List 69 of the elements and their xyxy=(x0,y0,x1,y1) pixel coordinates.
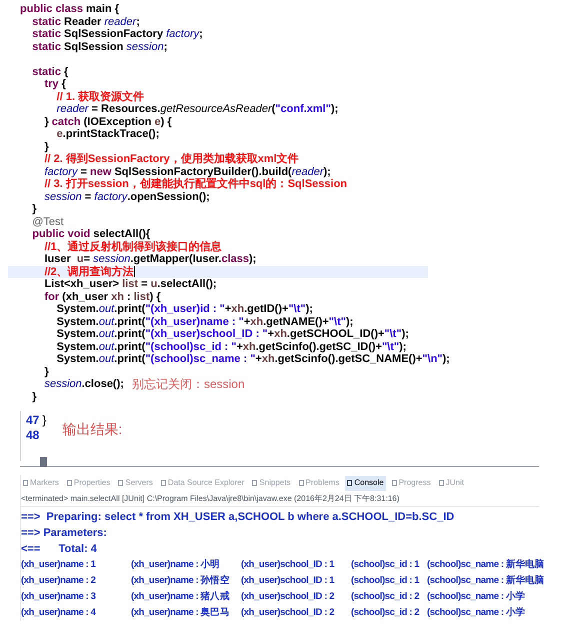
code-line: Iuser u= session.getMapper(Iuser.class); xyxy=(43,253,256,266)
console-cell-text: (xh_user)name : 孙悟空 xyxy=(131,574,230,588)
console-cell-text: (xh_user)name : 2 xyxy=(21,574,97,588)
console-cell-text: (xh_user)name : 奥巴马 xyxy=(131,606,230,620)
code-line: static { xyxy=(31,66,68,78)
view-tab[interactable]: Servers xyxy=(116,476,155,490)
console-cell-text: (school)sc_id : 1 xyxy=(351,574,420,588)
code-line: System.out.print("(school)sc_name : "+xh.getScinfo().getSC_NAME()+"\n"); xyxy=(56,353,450,366)
code-line: } xyxy=(31,203,37,216)
console-cell-text: (xh_user)school_ID : 1 xyxy=(241,558,336,572)
view-tab[interactable]: Console xyxy=(345,476,386,490)
code-line: e.printStackTrace(); xyxy=(56,128,160,140)
code-line: // 2. 得到SessionFactory，使用类加载获取xml文件 xyxy=(43,153,299,166)
console-cell-text: (school)sc_id : 2 xyxy=(351,590,420,604)
code-line: System.out.print("(xh_user)name : "+xh.getNAME()+"\t"); xyxy=(56,316,354,328)
code-line: System.out.print("(school)sc_id : "+xh.getScinfo().getSC_ID()+"\t"); xyxy=(56,340,406,353)
code-line: session = factory.openSession(); xyxy=(43,190,210,203)
annotation-note: 别忘记关闭：session xyxy=(132,378,245,390)
view-tab[interactable]: JUnit xyxy=(436,476,466,490)
code-line: static Reader reader; xyxy=(31,16,140,28)
view-tab[interactable]: Snippets xyxy=(250,476,293,490)
console-cell-text: (xh_user)name : 1 xyxy=(21,558,97,572)
code-line: // 1. 获取资源文件 xyxy=(56,90,144,103)
scrollbar-thumb[interactable] xyxy=(40,457,47,467)
console-cell-text: (school)sc_name : 小学 xyxy=(427,606,526,620)
code-line: } xyxy=(43,140,49,153)
code-line: } xyxy=(43,366,49,378)
view-tab[interactable]: Markers xyxy=(21,476,61,490)
console-cell-text: (school)sc_id : 2 xyxy=(351,606,420,620)
view-tab[interactable]: Data Source Explorer xyxy=(158,476,246,490)
console-cell-text: (xh_user)name : 3 xyxy=(21,590,97,604)
code-line: try { xyxy=(43,78,66,90)
console-line: ==> Parameters: xyxy=(21,526,108,541)
console-cell-text: (xh_user)school_ID : 2 xyxy=(241,590,336,604)
console-cell-text: (xh_user)name : 小明 xyxy=(131,558,221,572)
console-cell-text: (school)sc_id : 1 xyxy=(351,558,420,572)
view-tab[interactable]: Properties xyxy=(64,476,112,490)
view-tab[interactable]: Problems xyxy=(296,476,342,490)
code-line: //1、通过反射机制得到该接口的信息 xyxy=(43,240,222,253)
console-line: ==> Preparing: select * from XH_USER a,SCHOOL b where a.SCHOOL_ID=b.SC_ID xyxy=(21,510,456,525)
line-number: 48 xyxy=(26,428,40,443)
console-cell-text: (school)sc_name : 新华电脑 xyxy=(427,574,544,588)
console-cell-text: (school)sc_name : 小学 xyxy=(427,590,526,604)
view-tab[interactable]: Progress xyxy=(390,476,433,490)
code-line: } xyxy=(31,390,37,403)
code-line: @Test xyxy=(31,216,64,228)
code-line: List<xh_user> list = u.selectAll(); xyxy=(43,278,217,290)
console-cell-text: (xh_user)name : 4 xyxy=(21,606,97,620)
console-cell-text: (xh_user)school_ID : 1 xyxy=(241,574,336,588)
code-line: System.out.print("(xh_user)id : "+xh.getID()+"\t"); xyxy=(56,303,313,316)
console-status: <terminated> main.selectAll [JUnit] C:\Program Files\Java\jre8\bin\javaw.exe (2016年2月24日 下午8:31:16) xyxy=(21,493,539,507)
code-line: } xyxy=(42,413,46,428)
console-cell-text: (school)sc_name : 新华电脑 xyxy=(427,558,544,572)
code-line: for (xh_user xh : list) { xyxy=(43,290,161,303)
code-line: public class main { xyxy=(20,3,120,16)
console-line: <== Total: 4 xyxy=(21,542,98,557)
annotation-note: 输出结果: xyxy=(62,420,122,439)
code-line: } catch (IOException e) { xyxy=(43,116,172,128)
code-line: // 3. 打开session，创建能执行配置文件中sql的：SqlSession xyxy=(43,178,348,190)
console-cell-text: (xh_user)school_ID : 2 xyxy=(241,606,336,620)
console-cell-text: (xh_user)name : 猪八戒 xyxy=(131,590,230,604)
code-line: public void selectAll(){ xyxy=(31,228,150,240)
code-line: reader = Resources.getResourceAsReader("conf.xml"); xyxy=(56,103,338,116)
code-line: System.out.print("(xh_user)school_ID : "+xh.getSCHOOL_ID()+"\t"); xyxy=(56,328,409,340)
code-line: static SqlSessionFactory factory; xyxy=(31,28,203,40)
code-line: factory = new SqlSessionFactoryBuilder().build(reader); xyxy=(43,166,331,178)
code-line: static SqlSession session; xyxy=(31,40,168,53)
code-line: session.close(); xyxy=(43,378,124,390)
line-number: 47 xyxy=(26,413,40,428)
